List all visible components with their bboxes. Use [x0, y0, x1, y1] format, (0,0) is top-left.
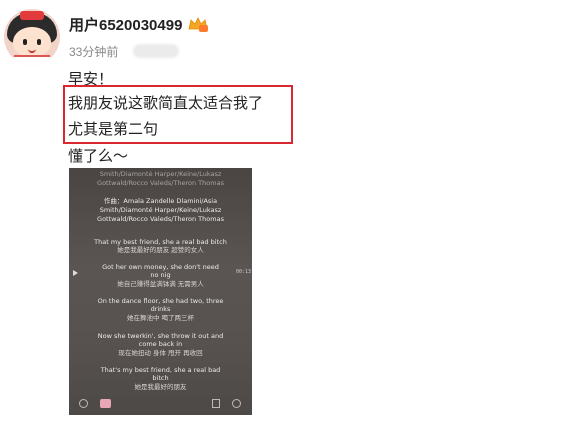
avatar[interactable] [4, 9, 60, 65]
play-icon[interactable] [73, 270, 78, 276]
lyric-line: 现在她扭动 身体 甩开 再收回 [118, 349, 203, 357]
source-blurred [133, 44, 179, 58]
lyric-line: Smith/Diamonté Harper/Keine/Lukasz [99, 170, 222, 178]
avatar-eye [23, 39, 27, 45]
highlight-box [63, 85, 293, 144]
avatar-shirt [14, 55, 50, 65]
lyric-line: come back in [138, 340, 183, 348]
lyric-line: That's my best friend, she a real bad [100, 366, 221, 374]
lyric-line: 她自己赚得盆满钵满 无需男人 [117, 280, 204, 288]
vip-crown-icon[interactable] [187, 16, 209, 33]
video-time: 00:13 [236, 269, 252, 275]
lyric-line: That my best friend, she a real bad bitc… [94, 238, 227, 246]
lyric-line: 她是我最好的朋友 超赞的女人 [117, 246, 204, 254]
video-player[interactable]: Smith/Diamonté Harper/Keine/Lukasz Gottw… [69, 168, 252, 415]
more-icon[interactable] [232, 399, 241, 408]
lyric-line: Now she twerkin', she throw it out and [97, 332, 224, 340]
post-text-line: 懂了么～ [68, 147, 129, 165]
post-time: 33分钟前 [69, 45, 119, 59]
avatar-bow [20, 11, 44, 20]
lyric-line: drinks [150, 305, 171, 313]
lyric-line: 她是我最好的朋友 [134, 383, 187, 391]
music-cover-icon[interactable] [100, 399, 111, 408]
lyric-line: no nig [150, 271, 171, 279]
username[interactable]: 用户6520030499 [69, 14, 182, 35]
lyric-line: Gottwald/Rocco Valeds/Theron Thomas [97, 179, 224, 187]
lyric-line: 她在舞池中 喝了两三杯 [126, 314, 195, 322]
playlist-icon[interactable] [212, 399, 220, 408]
avatar-eye [37, 39, 41, 45]
lyric-line: Got her own money, she don't need [102, 263, 219, 271]
lyric-line: Smith/Diamonté Harper/Keine/Lukasz [99, 206, 222, 214]
lyric-line: 作曲：Amala Zandelle Dlamini/Asia [103, 197, 218, 205]
lyric-line: bitch [152, 374, 169, 382]
lyric-line: Gottwald/Rocco Valeds/Theron Thomas [97, 215, 224, 223]
lyric-line: On the dance floor, she had two, three [97, 297, 224, 305]
rotate-icon[interactable] [79, 399, 88, 408]
